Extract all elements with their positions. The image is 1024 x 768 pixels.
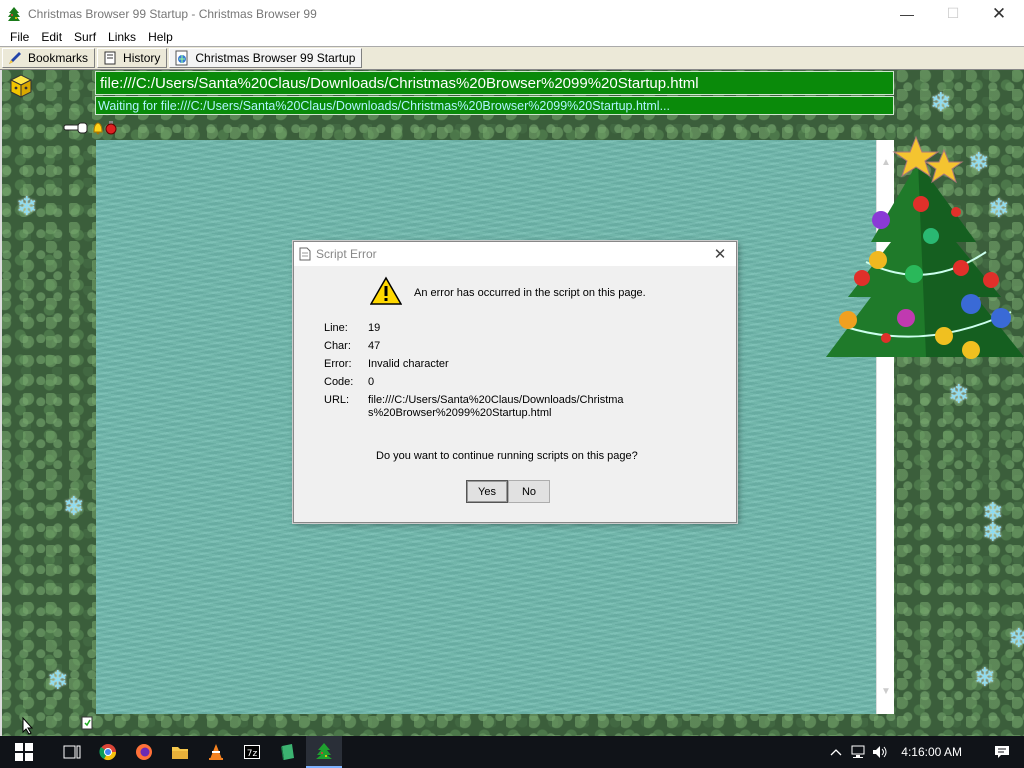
char-value: 47 <box>368 340 381 352</box>
window-title: Christmas Browser 99 Startup - Christmas… <box>28 6 317 21</box>
taskbar-christmas-browser[interactable] <box>306 736 342 768</box>
taskbar-file-explorer[interactable] <box>162 736 198 768</box>
char-label: Char: <box>324 340 351 352</box>
error-label: Error: <box>324 358 352 370</box>
menu-surf[interactable]: Surf <box>68 30 102 44</box>
history-book-icon <box>104 51 116 65</box>
christmas-tree-app-icon <box>8 6 20 21</box>
document-icon <box>299 247 311 261</box>
loading-status: Waiting for file:///C:/Users/Santa%20Cla… <box>95 96 894 115</box>
snowflake-icon: ❄ <box>948 380 970 410</box>
code-label: Code: <box>324 376 354 388</box>
christmas-tree-image <box>826 135 1024 359</box>
taskbar: 7z 4:16:00 AM <box>0 736 1024 768</box>
task-view-button[interactable] <box>54 736 90 768</box>
title-bar: Christmas Browser 99 Startup - Christmas… <box>0 0 1024 27</box>
no-button[interactable]: No <box>508 480 550 503</box>
book-icon <box>281 744 294 760</box>
chrome-icon <box>99 744 117 761</box>
snowflake-icon: ❄ <box>982 518 1004 548</box>
taskbar-7zip[interactable]: 7z <box>234 736 270 768</box>
menu-file[interactable]: File <box>4 30 35 44</box>
detail-row-char: Char: 47 <box>324 340 648 358</box>
system-tray: 4:16:00 AM <box>825 736 1024 768</box>
network-icon <box>851 745 865 758</box>
tab-current-page[interactable]: Christmas Browser 99 Startup <box>169 48 363 68</box>
nav-icon-group <box>62 120 118 136</box>
continue-question: Do you want to continue running scripts … <box>376 450 638 462</box>
tab-history-label: History <box>123 51 161 65</box>
menu-bar: File Edit Surf Links Help <box>0 27 1024 46</box>
tray-overflow-chevron[interactable] <box>825 736 847 768</box>
minimize-button[interactable]: — <box>884 0 930 27</box>
svg-text:7z: 7z <box>247 749 258 759</box>
task-view-icon <box>63 745 81 759</box>
seven-zip-icon: 7z <box>244 745 260 759</box>
tab-bookmarks[interactable]: Bookmarks <box>2 48 96 68</box>
snowflake-icon: ❄ <box>1008 624 1024 654</box>
vlc-cone-icon <box>209 744 223 760</box>
tray-network[interactable] <box>847 736 869 768</box>
menu-help[interactable]: Help <box>142 30 179 44</box>
menu-links[interactable]: Links <box>102 30 142 44</box>
mouse-cursor-icon <box>22 717 34 735</box>
windows-logo-icon <box>15 743 33 761</box>
dialog-close-button[interactable]: ✕ <box>712 246 728 263</box>
menu-edit[interactable]: Edit <box>35 30 68 44</box>
address-bar[interactable]: file:///C:/Users/Santa%20Claus/Downloads… <box>95 71 894 95</box>
taskbar-notepad-book[interactable] <box>270 736 306 768</box>
chevron-up-icon <box>830 749 842 756</box>
snowflake-icon: ❄ <box>930 88 952 118</box>
start-button[interactable] <box>0 736 48 768</box>
tab-bookmarks-label: Bookmarks <box>28 51 89 65</box>
taskbar-clock[interactable]: 4:16:00 AM <box>901 745 962 759</box>
detail-row-url: URL: file:///C:/Users/Santa%20Claus/Down… <box>324 394 648 424</box>
warning-icon <box>370 276 402 305</box>
folder-icon <box>172 747 188 759</box>
left-border <box>0 70 2 736</box>
snowflake-icon: ❄ <box>974 663 996 693</box>
url-label: URL: <box>324 394 350 406</box>
detail-row-error: Error: Invalid character <box>324 358 648 376</box>
error-details: Line: 19 Char: 47 Error: Invalid charact… <box>324 322 648 424</box>
yes-button[interactable]: Yes <box>466 480 508 503</box>
error-value: Invalid character <box>368 358 449 370</box>
script-error-dialog: Script Error ✕ An error has occurred in … <box>293 241 737 523</box>
action-center-button[interactable] <box>980 736 1024 768</box>
taskbar-vlc[interactable] <box>198 736 234 768</box>
firefox-icon <box>136 744 152 760</box>
ornament-icon[interactable] <box>104 120 118 136</box>
christmas-tree-taskbar-icon <box>316 743 332 759</box>
maximize-button[interactable]: ☐ <box>930 0 976 27</box>
scroll-down-arrow[interactable]: ▼ <box>877 683 895 700</box>
line-value: 19 <box>368 322 381 334</box>
code-value: 0 <box>368 376 375 388</box>
close-window-button[interactable]: ✕ <box>976 0 1022 27</box>
pointing-hand-icon[interactable] <box>62 120 92 136</box>
error-message: An error has occurred in the script on t… <box>414 287 646 299</box>
globe-page-icon <box>175 50 188 66</box>
bell-icon[interactable] <box>92 120 104 136</box>
detail-row-line: Line: 19 <box>324 322 648 340</box>
line-label: Line: <box>324 322 348 334</box>
taskbar-chrome[interactable] <box>90 736 126 768</box>
url-value: file:///C:/Users/Santa%20Claus/Downloads… <box>368 394 624 419</box>
page-status-icon <box>81 716 93 730</box>
speaker-icon <box>873 746 887 758</box>
snowflake-icon: ❄ <box>63 492 85 522</box>
snowflake-icon: ❄ <box>47 666 69 696</box>
tab-history[interactable]: History <box>97 48 168 68</box>
dialog-title-bar: Script Error <box>294 242 736 267</box>
tab-current-label: Christmas Browser 99 Startup <box>195 51 356 65</box>
notification-icon <box>995 746 1009 758</box>
dialog-title: Script Error <box>316 247 377 261</box>
tray-volume[interactable] <box>869 736 891 768</box>
snowflake-icon: ❄ <box>16 192 38 222</box>
home-cube-icon[interactable] <box>8 73 34 99</box>
bookmark-pen-icon <box>9 52 21 64</box>
tab-strip: Bookmarks History Christmas Browser 99 S… <box>0 46 1024 70</box>
detail-row-code: Code: 0 <box>324 376 648 394</box>
taskbar-firefox[interactable] <box>126 736 162 768</box>
